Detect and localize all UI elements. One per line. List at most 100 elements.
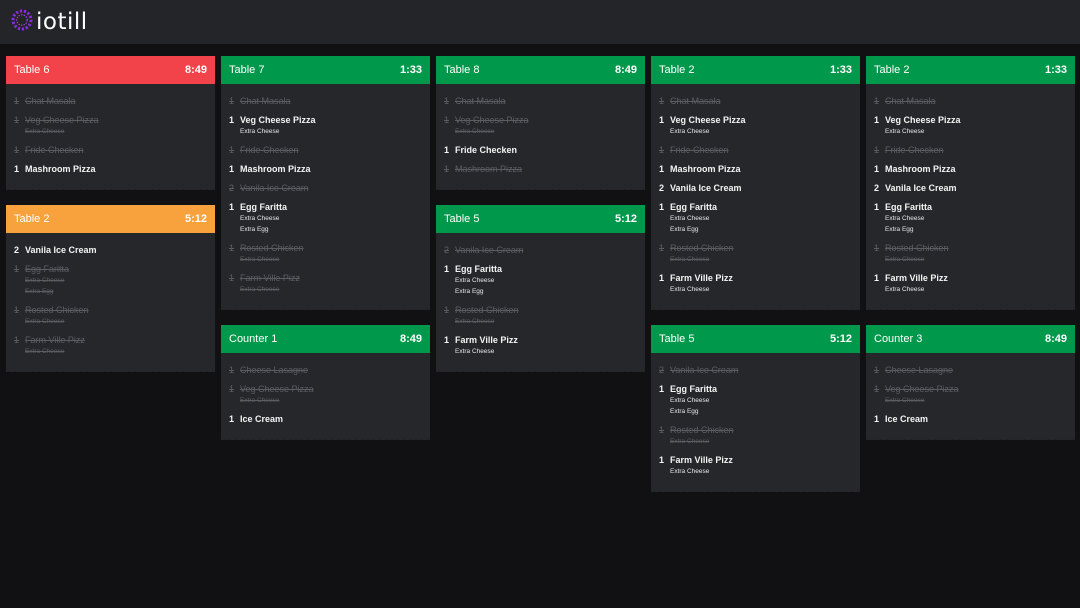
order-item[interactable]: 1 Rosted Chicken Extra Cheese <box>659 242 852 265</box>
order-item[interactable]: 1 Chat Masala <box>229 95 422 107</box>
order-item[interactable]: 2 Vanila Ice Cream <box>874 182 1067 194</box>
order-item-line: 1 Chat Masala <box>14 95 207 107</box>
order-ticket[interactable]: Counter 3 8:49 1 Cheese Lasagne 1 Veg Cheese … <box>866 325 1075 440</box>
item-name: Veg Cheese Pizza <box>240 115 316 125</box>
order-item[interactable]: 1 Ice Cream <box>874 413 1067 425</box>
item-name: Fride Checken <box>885 145 944 155</box>
order-item[interactable]: 1 Fride Checken <box>444 144 637 156</box>
order-item[interactable]: 1 Cheese Lasagne <box>874 364 1067 376</box>
order-item-line: 1 Ice Cream <box>874 413 1067 425</box>
ticket-header[interactable]: Table 5 5:12 <box>436 205 645 233</box>
order-item[interactable]: 1 Rosted Chicken Extra Cheese <box>14 304 207 327</box>
order-ticket[interactable]: Table 2 1:33 1 Chat Masala 1 Veg Cheese Pizza… <box>866 56 1075 310</box>
order-item[interactable]: 2 Vanila Ice Cream <box>229 182 422 194</box>
order-item-line: 1 Cheese Lasagne <box>229 364 422 376</box>
ticket-header[interactable]: Table 7 1:33 <box>221 56 430 84</box>
order-ticket[interactable]: Table 5 5:12 2 Vanila Ice Cream 1 Egg Faritta… <box>651 325 860 492</box>
order-item[interactable]: 1 Chat Masala <box>874 95 1067 107</box>
order-item-line: 1 Farm Ville Pizz <box>659 272 852 284</box>
ticket-timer: 1:33 <box>399 64 422 76</box>
order-item[interactable]: 1 Farm Ville Pizz Extra Cheese <box>444 334 637 357</box>
ticket-header[interactable]: Table 6 8:49 <box>6 56 215 84</box>
order-ticket[interactable]: Table 8 8:49 1 Chat Masala 1 Veg Cheese Pizza… <box>436 56 645 190</box>
order-item[interactable]: 1 Egg Faritta Extra Cheese Extra Egg <box>14 263 207 297</box>
order-ticket[interactable]: Table 7 1:33 1 Chat Masala 1 Veg Cheese Pizza… <box>221 56 430 310</box>
item-modifier: Extra Cheese <box>885 128 925 135</box>
order-item[interactable]: 1 Veg Cheese Pizza Extra Cheese <box>659 114 852 137</box>
order-item[interactable]: 2 Vanila Ice Cream <box>659 364 852 376</box>
order-item[interactable]: 1 Chat Masala <box>659 95 852 107</box>
order-item[interactable]: 1 Egg Faritta Extra Cheese Extra Egg <box>659 383 852 417</box>
ticket-header[interactable]: Table 5 5:12 <box>651 325 860 353</box>
ticket-header[interactable]: Table 2 1:33 <box>651 56 860 84</box>
item-modifier: Extra Cheese <box>670 215 710 222</box>
order-item[interactable]: 1 Ice Cream <box>229 413 422 425</box>
ticket-items: 1 Cheese Lasagne 1 Veg Cheese Pizza Extra Ch… <box>221 353 430 440</box>
order-item[interactable]: 1 Egg Faritta Extra Cheese Extra Egg <box>659 201 852 235</box>
order-item[interactable]: 1 Egg Faritta Extra Cheese Extra Egg <box>874 201 1067 235</box>
item-quantity: 1 <box>444 264 450 274</box>
ticket-header[interactable]: Table 2 5:12 <box>6 205 215 233</box>
order-item[interactable]: 1 Fride Checken <box>229 144 422 156</box>
ticket-header[interactable]: Counter 1 8:49 <box>221 325 430 353</box>
order-ticket[interactable]: Table 6 8:49 1 Chat Masala 1 Veg Cheese Pizza… <box>6 56 215 190</box>
order-item[interactable]: 2 Vanila Ice Cream <box>659 182 852 194</box>
item-modifier: Extra Cheese <box>25 348 65 355</box>
order-item[interactable]: 1 Veg Cheese Pizza Extra Cheese <box>229 383 422 406</box>
order-item[interactable]: 1 Mashroom Pizza <box>659 163 852 175</box>
item-name: Egg Faritta <box>885 202 933 212</box>
ticket-header[interactable]: Table 8 8:49 <box>436 56 645 84</box>
order-item[interactable]: 1 Egg Faritta Extra Cheese Extra Egg <box>229 201 422 235</box>
order-item[interactable]: 1 Farm Ville Pizz Extra Cheese <box>659 454 852 477</box>
order-item-line: 2 Vanila Ice Cream <box>874 182 1067 194</box>
item-quantity: 2 <box>14 245 20 255</box>
order-item-line: 1 Farm Ville Pizz <box>14 334 207 346</box>
order-item[interactable]: 1 Chat Masala <box>14 95 207 107</box>
order-item[interactable]: 1 Mashroom Pizza <box>444 163 637 175</box>
order-item[interactable]: 1 Farm Ville Pizz Extra Cheese <box>659 272 852 295</box>
item-modifier: Extra Cheese <box>885 215 925 222</box>
item-modifier: Extra Cheese <box>240 397 280 404</box>
order-item[interactable]: 1 Veg Cheese Pizza Extra Cheese <box>874 383 1067 406</box>
order-item[interactable]: 1 Farm Ville Pizz Extra Cheese <box>229 272 422 295</box>
order-item[interactable]: 1 Cheese Lasagne <box>229 364 422 376</box>
ticket-items: 1 Chat Masala 1 Veg Cheese Pizza Extra Chees… <box>6 84 215 190</box>
order-item[interactable]: 1 Rosted Chicken Extra Cheese <box>874 242 1067 265</box>
order-item[interactable]: 1 Rosted Chicken Extra Cheese <box>444 304 637 327</box>
order-item[interactable]: 2 Vanila Ice Cream <box>14 244 207 256</box>
order-item[interactable]: 1 Mashroom Pizza <box>14 163 207 175</box>
order-item[interactable]: 1 Veg Cheese Pizza Extra Cheese <box>444 114 637 137</box>
item-name: Vanila Ice Cream <box>885 183 957 193</box>
order-item[interactable]: 1 Mashroom Pizza <box>874 163 1067 175</box>
item-name: Farm Ville Pizz <box>670 455 733 465</box>
order-item[interactable]: 1 Rosted Chicken Extra Cheese <box>229 242 422 265</box>
order-ticket[interactable]: Table 2 1:33 1 Chat Masala 1 Veg Cheese Pizza… <box>651 56 860 310</box>
order-item[interactable]: 1 Farm Ville Pizz Extra Cheese <box>874 272 1067 295</box>
ticket-timer: 1:33 <box>829 64 852 76</box>
order-item[interactable]: 1 Rosted Chicken Extra Cheese <box>659 424 852 447</box>
order-item[interactable]: 2 Vanila Ice Cream <box>444 244 637 256</box>
order-ticket[interactable]: Counter 1 8:49 1 Cheese Lasagne 1 Veg Cheese … <box>221 325 430 440</box>
order-item[interactable]: 1 Fride Checken <box>659 144 852 156</box>
order-item-line: 1 Mashroom Pizza <box>444 163 637 175</box>
order-item[interactable]: 1 Mashroom Pizza <box>229 163 422 175</box>
ticket-items: 1 Chat Masala 1 Veg Cheese Pizza Extra Chees… <box>866 84 1075 310</box>
order-item[interactable]: 1 Veg Cheese Pizza Extra Cheese <box>14 114 207 137</box>
order-item[interactable]: 1 Veg Cheese Pizza Extra Cheese <box>229 114 422 137</box>
order-ticket[interactable]: Table 5 5:12 2 Vanila Ice Cream 1 Egg Faritta… <box>436 205 645 372</box>
ticket-items: 1 Chat Masala 1 Veg Cheese Pizza Extra Chees… <box>221 84 430 310</box>
ticket-timer: 5:12 <box>184 213 207 225</box>
order-ticket[interactable]: Table 2 5:12 2 Vanila Ice Cream 1 Egg Faritta… <box>6 205 215 372</box>
item-name: Farm Ville Pizz <box>25 335 85 345</box>
order-item[interactable]: 1 Fride Checken <box>874 144 1067 156</box>
order-item-line: 1 Egg Faritta <box>14 263 207 275</box>
item-name: Ice Cream <box>240 414 284 424</box>
order-item[interactable]: 1 Fride Checken <box>14 144 207 156</box>
ticket-header[interactable]: Table 2 1:33 <box>866 56 1075 84</box>
order-item[interactable]: 1 Egg Faritta Extra Cheese Extra Egg <box>444 263 637 297</box>
order-item[interactable]: 1 Veg Cheese Pizza Extra Cheese <box>874 114 1067 137</box>
item-quantity: 1 <box>659 243 665 253</box>
order-item[interactable]: 1 Farm Ville Pizz Extra Cheese <box>14 334 207 357</box>
ticket-header[interactable]: Counter 3 8:49 <box>866 325 1075 353</box>
order-item[interactable]: 1 Chat Masala <box>444 95 637 107</box>
